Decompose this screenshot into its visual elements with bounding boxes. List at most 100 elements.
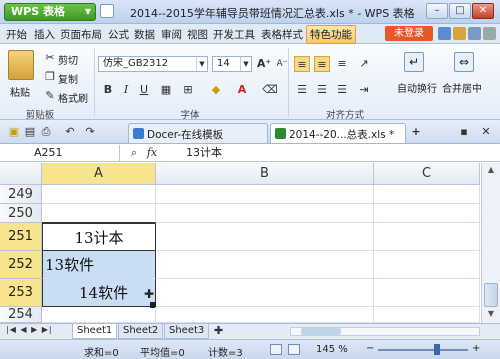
help-icon[interactable] bbox=[453, 27, 466, 40]
bold-button[interactable]: B bbox=[100, 82, 116, 98]
cell-b249[interactable] bbox=[156, 185, 374, 204]
cell-a252[interactable]: 13软件 bbox=[42, 251, 156, 279]
zoom-icon[interactable]: ⌕ bbox=[126, 145, 142, 161]
merge-center-button[interactable]: 合并居中 bbox=[442, 80, 482, 95]
close-button[interactable]: ✕ bbox=[472, 3, 494, 19]
ribbon-collapse-icon[interactable] bbox=[483, 27, 496, 40]
italic-button[interactable]: I bbox=[118, 82, 134, 98]
scroll-down-icon[interactable]: ▼ bbox=[484, 309, 498, 321]
row-header[interactable]: 252 bbox=[0, 251, 42, 279]
row-header[interactable]: 251 bbox=[0, 223, 42, 251]
cell-b253[interactable] bbox=[156, 279, 374, 307]
format-painter-button[interactable]: 格式刷 bbox=[58, 90, 88, 105]
menu-table-style[interactable]: 表格样式 bbox=[261, 27, 303, 42]
cell-b254[interactable] bbox=[156, 307, 374, 323]
indent-icon[interactable]: ⇥ bbox=[356, 82, 372, 98]
sheet-nav-icon[interactable]: |◀ ◀ ▶ ▶| bbox=[6, 325, 53, 334]
cell-c252[interactable] bbox=[374, 251, 480, 279]
zoom-level[interactable]: 145 % bbox=[316, 344, 348, 355]
quick-access-icon[interactable] bbox=[100, 4, 114, 18]
login-button[interactable]: 未登录 bbox=[385, 26, 433, 41]
tab-docer[interactable]: Docer-在线模板 bbox=[128, 123, 268, 143]
settings-icon[interactable] bbox=[468, 27, 481, 40]
cell-b250[interactable] bbox=[156, 204, 374, 223]
cell-b251[interactable] bbox=[156, 223, 374, 251]
align-center-icon[interactable]: ☰ bbox=[314, 82, 330, 98]
cell-a249[interactable] bbox=[42, 185, 156, 204]
align-top-icon[interactable]: ≡ bbox=[294, 56, 310, 72]
redo-icon[interactable]: ↷ bbox=[82, 124, 98, 140]
sheet-tab-1[interactable]: Sheet1 bbox=[72, 324, 118, 339]
cell-c251[interactable] bbox=[374, 223, 480, 251]
row-header[interactable]: 249 bbox=[0, 185, 42, 204]
tab-list-icon[interactable]: ▪ bbox=[456, 124, 472, 140]
menu-page-layout[interactable]: 页面布局 bbox=[60, 27, 102, 42]
font-size-select[interactable]: 14 ▼ bbox=[212, 56, 252, 72]
row-header[interactable]: 254 bbox=[0, 307, 42, 323]
merge-cells-icon[interactable]: ⊞ bbox=[180, 82, 196, 98]
menu-data[interactable]: 数据 bbox=[134, 27, 155, 42]
wrap-text-button[interactable]: 自动换行 bbox=[397, 80, 437, 95]
align-middle-icon[interactable]: ≡ bbox=[314, 56, 330, 72]
sheet-tab-3[interactable]: Sheet3 bbox=[164, 324, 210, 339]
vertical-scrollbar[interactable]: ▲ ▼ bbox=[481, 163, 500, 323]
print-icon[interactable]: ⎙ bbox=[38, 124, 54, 140]
save-icon[interactable]: ▤ bbox=[22, 124, 38, 140]
cell-a254[interactable] bbox=[42, 307, 156, 323]
add-sheet-icon[interactable]: ✚ bbox=[214, 324, 223, 337]
clear-format-icon[interactable]: ⌫ bbox=[262, 82, 278, 98]
cut-button[interactable]: 剪切 bbox=[58, 52, 78, 67]
column-header-b[interactable]: B bbox=[156, 163, 374, 185]
border-icon[interactable]: ▦ bbox=[158, 82, 174, 98]
menu-insert[interactable]: 插入 bbox=[34, 27, 55, 42]
wps-menu-button[interactable]: WPS 表格 ▼ bbox=[4, 3, 96, 21]
formula-input[interactable]: 13计本 bbox=[186, 145, 222, 161]
zoom-slider-thumb[interactable] bbox=[434, 344, 440, 355]
menu-formulas[interactable]: 公式 bbox=[108, 27, 129, 42]
minimize-button[interactable]: – bbox=[426, 3, 448, 19]
row-header[interactable]: 250 bbox=[0, 204, 42, 223]
scroll-thumb[interactable] bbox=[484, 283, 498, 307]
paste-icon[interactable] bbox=[8, 50, 34, 80]
h-scroll-thumb[interactable] bbox=[301, 328, 341, 335]
folder-icon[interactable]: ▣ bbox=[6, 124, 22, 140]
text-direction-icon[interactable]: ↗ bbox=[356, 56, 372, 72]
underline-button[interactable]: U bbox=[136, 82, 152, 98]
skin-icon[interactable] bbox=[438, 27, 451, 40]
row-header[interactable]: 253 bbox=[0, 279, 42, 307]
close-tab-icon[interactable]: ✕ bbox=[478, 124, 494, 140]
zoom-slider[interactable] bbox=[378, 349, 468, 351]
column-header-a[interactable]: A bbox=[42, 163, 156, 185]
column-header-c[interactable]: C bbox=[374, 163, 480, 185]
scroll-up-icon[interactable]: ▲ bbox=[484, 165, 498, 177]
horizontal-scrollbar[interactable] bbox=[290, 327, 480, 336]
align-bottom-icon[interactable]: ≡ bbox=[334, 56, 350, 72]
zoom-in-icon[interactable]: + bbox=[472, 343, 480, 354]
name-box[interactable]: A251 bbox=[0, 145, 120, 161]
page-break-view-icon[interactable] bbox=[288, 344, 300, 355]
copy-button[interactable]: 复制 bbox=[58, 71, 78, 86]
align-right-icon[interactable]: ☰ bbox=[334, 82, 350, 98]
cell-a251[interactable]: 13计本 bbox=[42, 223, 156, 251]
cell-c254[interactable] bbox=[374, 307, 480, 323]
cell-c253[interactable] bbox=[374, 279, 480, 307]
menu-developer[interactable]: 开发工具 bbox=[213, 27, 255, 42]
cell-a250[interactable] bbox=[42, 204, 156, 223]
fill-color-icon[interactable]: ◆ bbox=[208, 82, 224, 98]
maximize-button[interactable]: □ bbox=[449, 3, 471, 19]
menu-view[interactable]: 视图 bbox=[187, 27, 208, 42]
font-color-icon[interactable]: A bbox=[234, 82, 250, 98]
menu-home[interactable]: 开始 bbox=[6, 27, 27, 42]
cell-c249[interactable] bbox=[374, 185, 480, 204]
cell-b252[interactable] bbox=[156, 251, 374, 279]
zoom-out-icon[interactable]: − bbox=[366, 343, 374, 354]
sheet-tab-2[interactable]: Sheet2 bbox=[118, 324, 164, 339]
cell-a253[interactable]: 14软件 bbox=[42, 279, 156, 307]
increase-font-icon[interactable]: A⁺ bbox=[256, 56, 272, 72]
normal-view-icon[interactable] bbox=[270, 344, 282, 355]
select-all-corner[interactable] bbox=[0, 163, 42, 185]
cell-c250[interactable] bbox=[374, 204, 480, 223]
tab-document[interactable]: 2014--20...总表.xls * bbox=[270, 123, 406, 143]
align-left-icon[interactable]: ☰ bbox=[294, 82, 310, 98]
font-name-select[interactable]: 仿宋_GB2312 ▼ bbox=[98, 56, 208, 72]
